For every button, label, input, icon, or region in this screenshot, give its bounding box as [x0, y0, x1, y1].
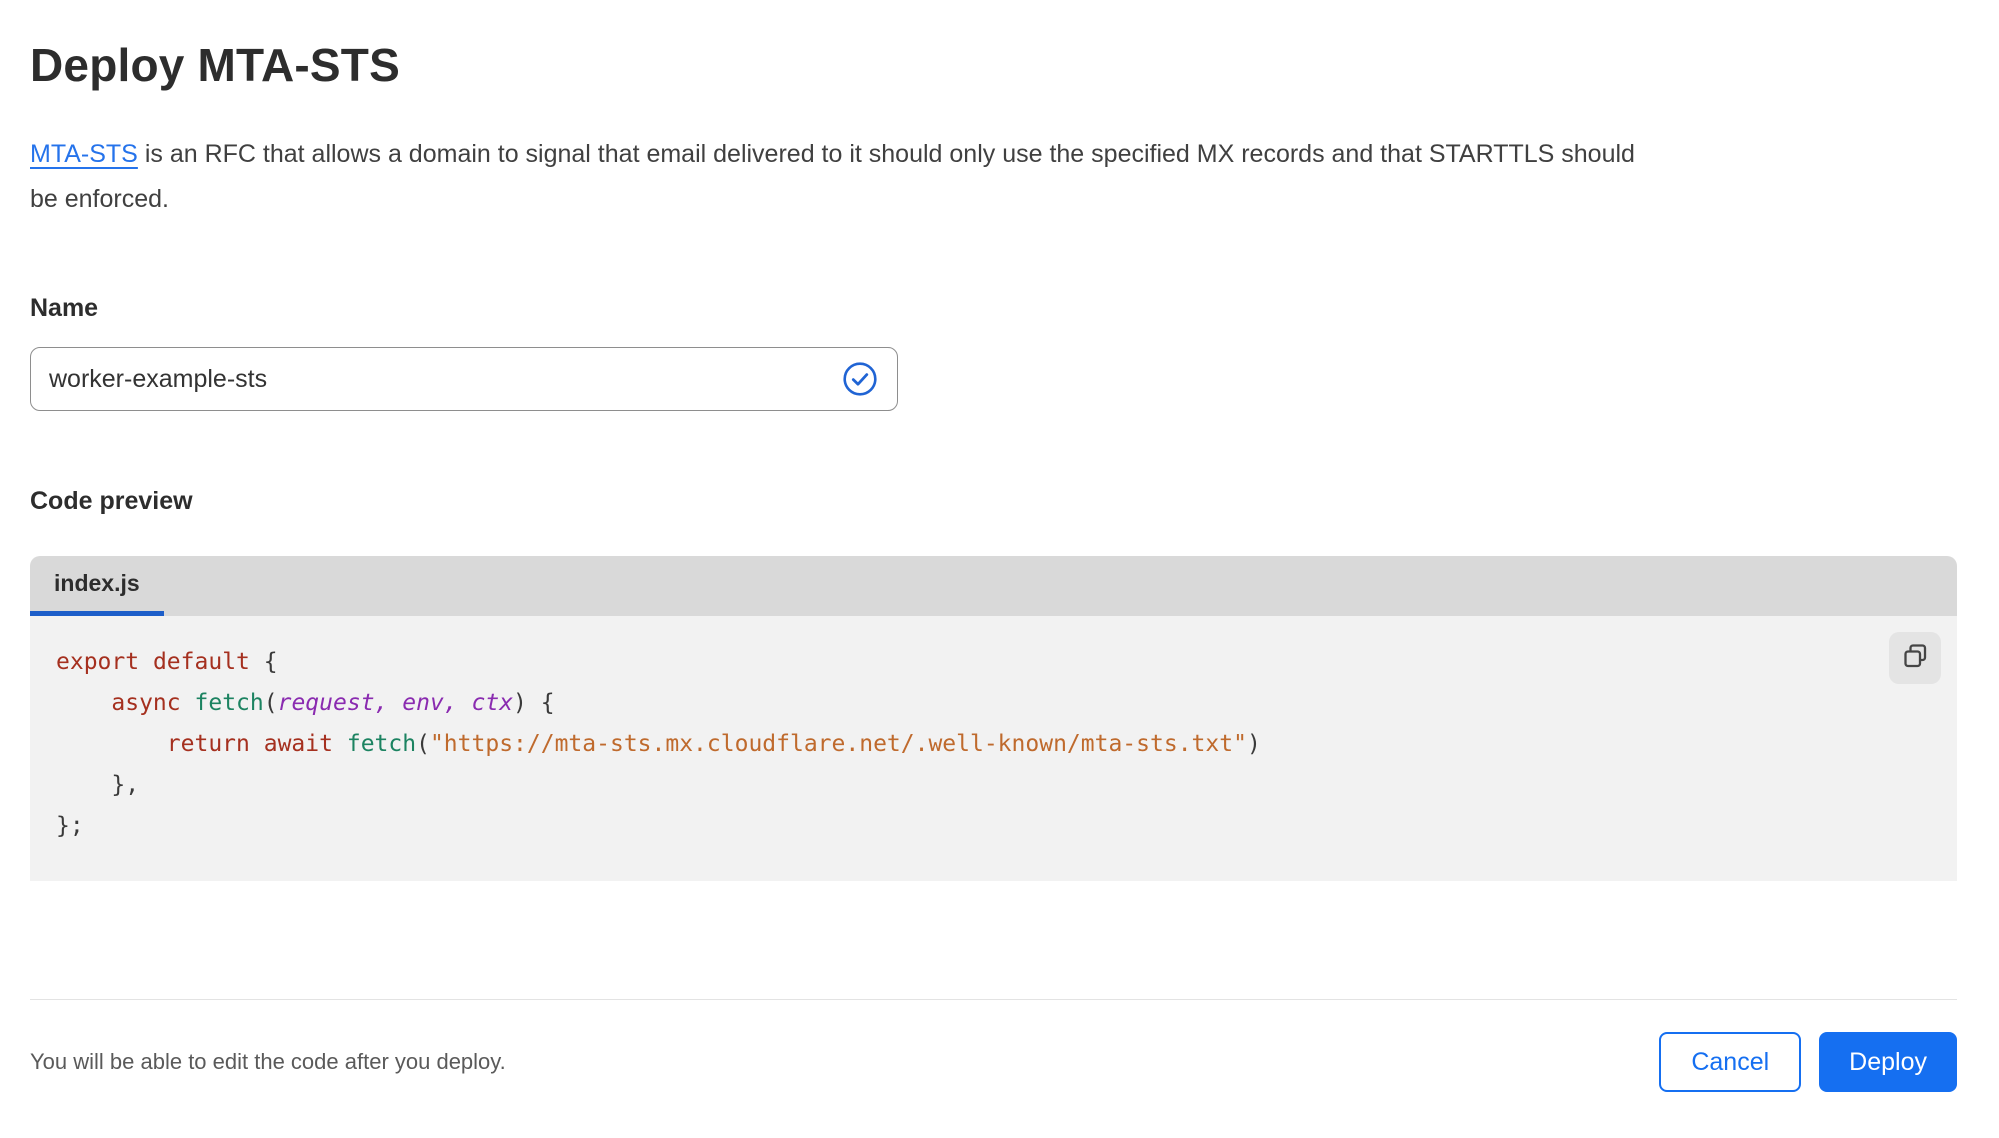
- footer: You will be able to edit the code after …: [30, 1032, 1957, 1092]
- description: MTA-STS is an RFC that allows a domain t…: [30, 132, 1650, 222]
- code-preview-card: index.js export default { async fetch(re…: [30, 556, 1957, 881]
- copy-icon: [1902, 643, 1929, 673]
- name-input[interactable]: [30, 347, 898, 411]
- copy-code-button[interactable]: [1889, 632, 1941, 684]
- name-label: Name: [30, 294, 99, 322]
- footer-note: You will be able to edit the code after …: [30, 1049, 506, 1074]
- cancel-button[interactable]: Cancel: [1659, 1032, 1802, 1092]
- check-circle-icon: [842, 361, 878, 397]
- name-input-wrap: [30, 347, 898, 411]
- deploy-button[interactable]: Deploy: [1819, 1032, 1957, 1092]
- page-title: Deploy MTA-STS: [30, 39, 400, 91]
- footer-divider: [30, 999, 1957, 1000]
- code-tabbar: index.js: [30, 556, 1957, 616]
- code-preview-label: Code preview: [30, 487, 193, 515]
- tab-index-js[interactable]: index.js: [30, 556, 164, 616]
- footer-actions: Cancel Deploy: [1659, 1032, 1957, 1092]
- deploy-mta-sts-page: Deploy MTA-STS MTA-STS is an RFC that al…: [0, 0, 1999, 1092]
- mta-sts-link[interactable]: MTA-STS: [30, 140, 138, 168]
- code-content: export default { async fetch(request, en…: [56, 649, 1261, 839]
- code-editor: export default { async fetch(request, en…: [30, 616, 1957, 881]
- description-text: is an RFC that allows a domain to signal…: [30, 140, 1635, 213]
